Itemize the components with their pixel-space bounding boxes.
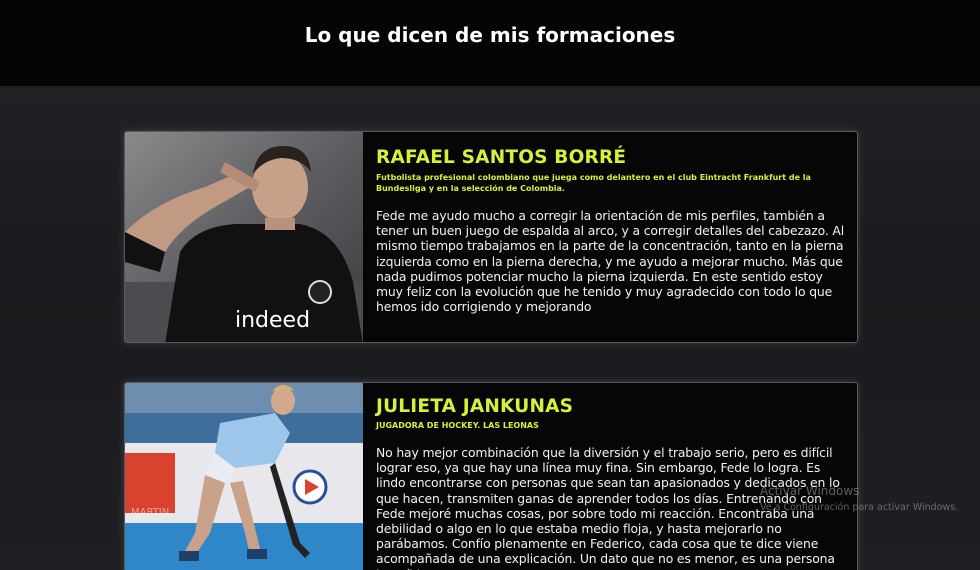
soccer-player-photo: indeed [125, 132, 363, 342]
testimonial-photo: indeed [125, 132, 363, 342]
photo-sponsor-text: indeed [235, 308, 310, 333]
testimonial-card: indeed RAFAEL SANTOS BORRÉ Futbolista pr… [124, 131, 858, 343]
testimonial-photo: MARTIN [125, 383, 363, 570]
testimonial-role: JUGADORA DE HOCKEY. LAS LEONAS [376, 421, 539, 430]
testimonial-card: MARTIN JULIETA JANKUNAS JUGADORA DE HOCK… [124, 382, 858, 570]
testimonial-role: Futbolista profesional colombiano que ju… [376, 173, 811, 193]
testimonial-text: JULIETA JANKUNAS JUGADORA DE HOCKEY. LAS… [376, 396, 845, 570]
testimonial-name: JULIETA JANKUNAS [376, 396, 574, 417]
hockey-player-photo: MARTIN [125, 383, 363, 570]
os-watermark-subtitle: Ve a Configuración para activar Windows. [760, 502, 959, 513]
os-activation-watermark: Activar Windows Ve a Configuración para … [760, 484, 958, 513]
os-watermark-title: Activar Windows [760, 484, 860, 498]
photo-watermark-text: MARTIN [131, 507, 169, 518]
testimonial-text: RAFAEL SANTOS BORRÉ Futbolista profesion… [376, 147, 845, 314]
testimonial-quote: Fede me ayudo mucho a corregir la orient… [376, 208, 845, 315]
testimonial-name: RAFAEL SANTOS BORRÉ [376, 147, 627, 168]
page-header: Lo que dicen de mis formaciones [0, 0, 980, 86]
page-title: Lo que dicen de mis formaciones [304, 23, 676, 47]
